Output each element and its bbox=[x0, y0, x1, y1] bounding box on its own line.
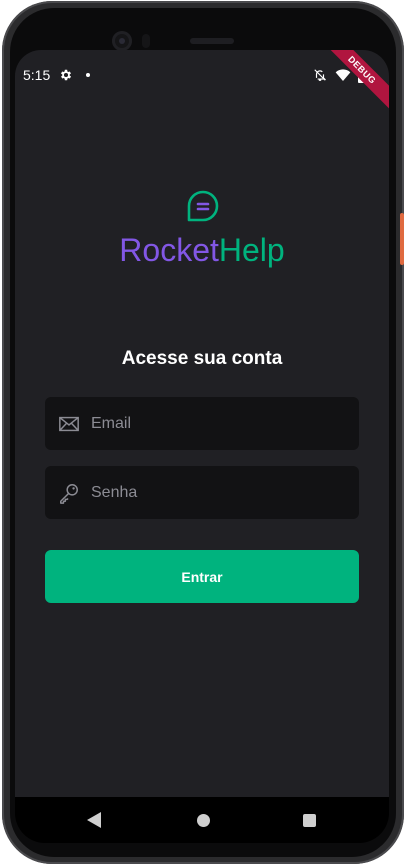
app-screen: 5:15 DEBUG RocketHelp Acesse sua conta E… bbox=[15, 50, 389, 800]
gear-icon bbox=[60, 69, 72, 81]
notification-dot-icon bbox=[86, 73, 90, 77]
nav-home-icon[interactable] bbox=[197, 814, 210, 827]
status-bar: 5:15 DEBUG bbox=[15, 50, 389, 115]
nav-back-icon[interactable] bbox=[87, 812, 101, 828]
mute-icon bbox=[314, 69, 327, 81]
wifi-icon bbox=[335, 69, 351, 81]
chat-bubble-icon bbox=[187, 190, 219, 222]
android-nav-bar bbox=[15, 797, 389, 843]
key-icon bbox=[60, 484, 78, 504]
brand-help: Help bbox=[218, 232, 285, 268]
brand-logo-text: RocketHelp bbox=[15, 232, 389, 269]
password-input[interactable] bbox=[91, 466, 349, 519]
mail-icon bbox=[59, 416, 79, 432]
nav-recent-icon[interactable] bbox=[303, 814, 316, 827]
email-input[interactable] bbox=[91, 397, 349, 450]
password-field[interactable] bbox=[45, 466, 359, 519]
email-field[interactable] bbox=[45, 397, 359, 450]
sensor bbox=[142, 34, 150, 48]
brand-rocket: Rocket bbox=[119, 232, 219, 268]
status-time: 5:15 bbox=[23, 67, 51, 83]
page-title: Acesse sua conta bbox=[121, 348, 283, 369]
side-button bbox=[400, 213, 404, 265]
login-button[interactable]: Entrar bbox=[45, 550, 359, 603]
earpiece-speaker bbox=[190, 38, 234, 44]
front-camera bbox=[112, 31, 132, 51]
